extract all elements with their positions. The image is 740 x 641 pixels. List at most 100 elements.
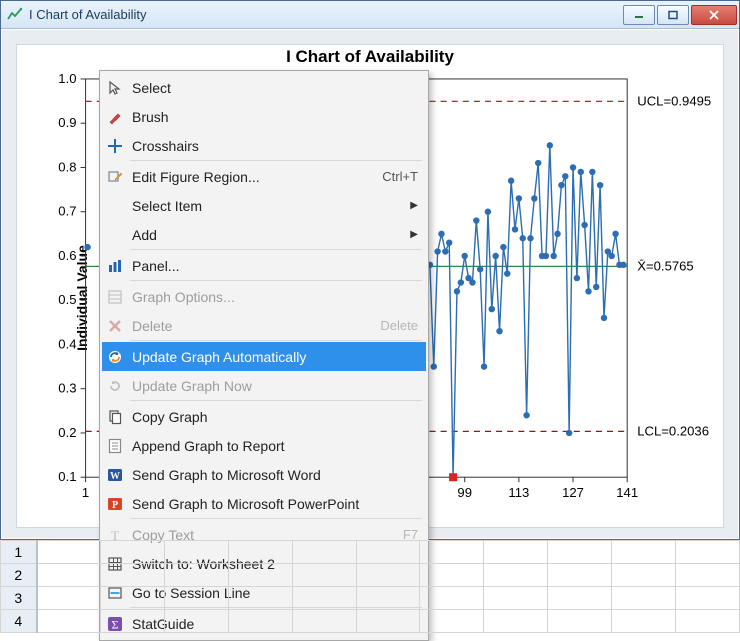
- svg-text:P: P: [112, 500, 118, 511]
- svg-text:LCL=0.2036: LCL=0.2036: [637, 423, 709, 438]
- titlebar[interactable]: I Chart of Availability: [1, 1, 739, 29]
- cell[interactable]: [37, 564, 101, 587]
- cell[interactable]: [420, 564, 484, 587]
- svg-text:113: 113: [508, 485, 529, 500]
- chart-title: I Chart of Availability: [17, 45, 723, 69]
- cell[interactable]: [676, 610, 740, 633]
- menu-item-label: Crosshairs: [132, 138, 418, 154]
- cell[interactable]: [292, 587, 356, 610]
- menu-item-label: Send Graph to Microsoft PowerPoint: [132, 496, 418, 512]
- cell[interactable]: [612, 564, 676, 587]
- cell[interactable]: [228, 587, 292, 610]
- menu-item-edit-figure-region[interactable]: Edit Figure Region... Ctrl+T: [102, 162, 426, 191]
- cell[interactable]: [164, 564, 228, 587]
- menu-item-accelerator: Delete: [380, 318, 418, 333]
- cell[interactable]: [100, 564, 164, 587]
- menu-item-label: Append Graph to Report: [132, 438, 418, 454]
- menu-item-label: Copy Graph: [132, 409, 418, 425]
- svg-text:UCL=0.9495: UCL=0.9495: [637, 93, 711, 108]
- submenu-arrow-icon: ▶: [408, 229, 418, 240]
- cell[interactable]: [292, 564, 356, 587]
- minimize-button[interactable]: [623, 5, 655, 25]
- menu-item-update-graph-automatically[interactable]: Update Graph Automatically: [102, 342, 426, 371]
- cell[interactable]: [292, 541, 356, 564]
- brush-icon: [104, 106, 126, 128]
- menu-item-label: Update Graph Automatically: [132, 349, 418, 365]
- maximize-button[interactable]: [657, 5, 689, 25]
- svg-text:0.2: 0.2: [58, 425, 76, 440]
- menu-item-send-graph-to-microsoft-word[interactable]: W Send Graph to Microsoft Word: [102, 460, 426, 489]
- row-header[interactable]: 1: [1, 541, 37, 564]
- cursor-icon: [104, 77, 126, 99]
- svg-text:99: 99: [457, 485, 472, 500]
- cell[interactable]: [420, 541, 484, 564]
- close-button[interactable]: [691, 5, 737, 25]
- app-icon: [7, 7, 23, 23]
- menu-item-panel[interactable]: Panel...: [102, 251, 426, 280]
- cell[interactable]: [612, 610, 676, 633]
- worksheet-cells[interactable]: 1234: [0, 540, 740, 633]
- cell[interactable]: [676, 564, 740, 587]
- menu-item-add[interactable]: Add▶: [102, 220, 426, 249]
- svg-text:W: W: [110, 471, 120, 482]
- cell[interactable]: [100, 610, 164, 633]
- cell[interactable]: [356, 541, 420, 564]
- cell[interactable]: [37, 610, 101, 633]
- cell[interactable]: [484, 587, 548, 610]
- svg-text:0.1: 0.1: [58, 469, 76, 484]
- word-icon: W: [104, 464, 126, 486]
- cell[interactable]: [37, 587, 101, 610]
- cell[interactable]: [548, 564, 612, 587]
- delete-x-icon: [104, 315, 126, 337]
- menu-item-label: Delete: [132, 318, 370, 334]
- svg-text:0.8: 0.8: [58, 160, 76, 175]
- cell[interactable]: [484, 564, 548, 587]
- svg-text:0.3: 0.3: [58, 381, 76, 396]
- menu-item-crosshairs[interactable]: Crosshairs: [102, 131, 426, 160]
- cell[interactable]: [356, 564, 420, 587]
- cell[interactable]: [228, 541, 292, 564]
- cell[interactable]: [356, 610, 420, 633]
- cell[interactable]: [484, 610, 548, 633]
- cell[interactable]: [228, 610, 292, 633]
- menu-item-send-graph-to-microsoft-powerpoint[interactable]: P Send Graph to Microsoft PowerPoint: [102, 489, 426, 518]
- cell[interactable]: [100, 541, 164, 564]
- submenu-arrow-icon: ▶: [408, 200, 418, 211]
- row-header[interactable]: 2: [1, 564, 37, 587]
- menu-item-append-graph-to-report[interactable]: Append Graph to Report: [102, 431, 426, 460]
- cell[interactable]: [420, 587, 484, 610]
- menu-item-copy-graph[interactable]: Copy Graph: [102, 402, 426, 431]
- cell[interactable]: [676, 587, 740, 610]
- cell[interactable]: [612, 587, 676, 610]
- cell[interactable]: [292, 610, 356, 633]
- cell[interactable]: [548, 541, 612, 564]
- cell[interactable]: [164, 610, 228, 633]
- cell[interactable]: [164, 541, 228, 564]
- blank-icon: [104, 195, 126, 217]
- cell[interactable]: [37, 541, 101, 564]
- menu-item-label: Select Item: [132, 198, 408, 214]
- cell[interactable]: [676, 541, 740, 564]
- cell[interactable]: [420, 610, 484, 633]
- copy-icon: [104, 406, 126, 428]
- cell[interactable]: [484, 541, 548, 564]
- menu-item-label: Edit Figure Region...: [132, 169, 372, 185]
- cell[interactable]: [164, 587, 228, 610]
- cell[interactable]: [548, 587, 612, 610]
- menu-item-select-item[interactable]: Select Item▶: [102, 191, 426, 220]
- menu-item-label: Add: [132, 227, 408, 243]
- cell[interactable]: [612, 541, 676, 564]
- menu-item-label: Send Graph to Microsoft Word: [132, 467, 418, 483]
- menu-item-accelerator: Ctrl+T: [382, 169, 418, 184]
- cell[interactable]: [548, 610, 612, 633]
- cell[interactable]: [356, 587, 420, 610]
- cell[interactable]: [228, 564, 292, 587]
- cell[interactable]: [100, 587, 164, 610]
- row-header[interactable]: 4: [1, 610, 37, 633]
- row-header[interactable]: 3: [1, 587, 37, 610]
- menu-item-brush[interactable]: Brush: [102, 102, 426, 131]
- menu-item-label: Graph Options...: [132, 289, 418, 305]
- menu-item-select[interactable]: Select: [102, 73, 426, 102]
- blank-icon: [104, 224, 126, 246]
- window-title: I Chart of Availability: [29, 7, 623, 22]
